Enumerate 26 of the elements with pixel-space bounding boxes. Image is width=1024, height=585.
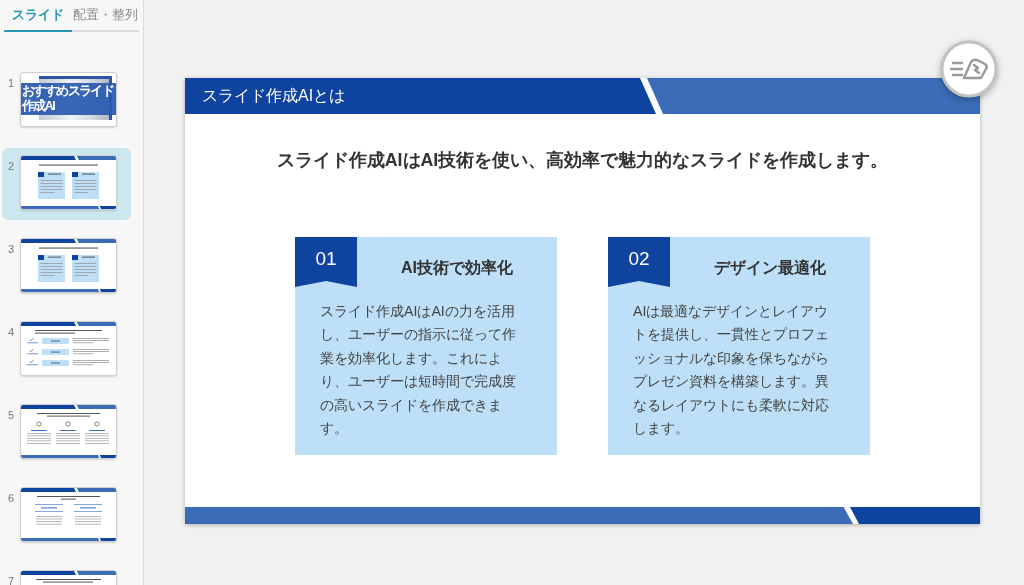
slide-number: 4 <box>8 326 15 338</box>
slide-list-item[interactable]: 2 <box>2 148 131 220</box>
card-body: AIは最適なデザインとレイアウトを提供し、一貫性とプロフェッショナルな印象を保ちながらプレゼン資料を構築します。異なるレイアウトにも柔軟に対応します。 <box>633 302 830 439</box>
slide-list-item[interactable]: 1 おすすめスライド作成AI <box>2 65 131 137</box>
number-badge: 01 <box>295 237 357 287</box>
lead-text: スライド作成AIはAI技術を使い、高効率で魅力的なスライドを作成します。 <box>276 149 889 172</box>
slide-number: 1 <box>8 77 15 89</box>
thumbnail-title: おすすめスライド作成AI <box>21 83 116 115</box>
slide-number: 7 <box>8 575 15 585</box>
slide-list-item[interactable]: 3 <box>2 231 131 303</box>
slide-list-item[interactable]: 5 <box>2 397 131 469</box>
speed-icon[interactable] <box>940 40 998 98</box>
slide-title: スライド作成AIとは <box>202 86 346 106</box>
card-heading: デザイン最適化 <box>714 258 826 278</box>
slide-list-item[interactable]: 4 <box>2 314 131 386</box>
card-body: スライド作成AIはAIの力を活用し、ユーザーの指示に従って作業を効率化します。これにより、ユーザーは短時間で完成度の高いスライドを作成できます。 <box>320 302 517 439</box>
slide-list-item[interactable]: 6 <box>2 480 131 552</box>
card-heading: AI技術で効率化 <box>401 258 513 278</box>
sidebar-tab[interactable]: スライド <box>4 0 72 32</box>
sidebar-tab[interactable]: 配置・整列 <box>71 0 139 32</box>
slide-number: 2 <box>8 160 15 172</box>
number-badge: 02 <box>608 237 670 287</box>
slide-number: 5 <box>8 409 15 421</box>
slide-number: 3 <box>8 243 15 255</box>
slide-list-item[interactable]: 7 <box>2 563 131 585</box>
slide-number: 6 <box>8 492 15 504</box>
